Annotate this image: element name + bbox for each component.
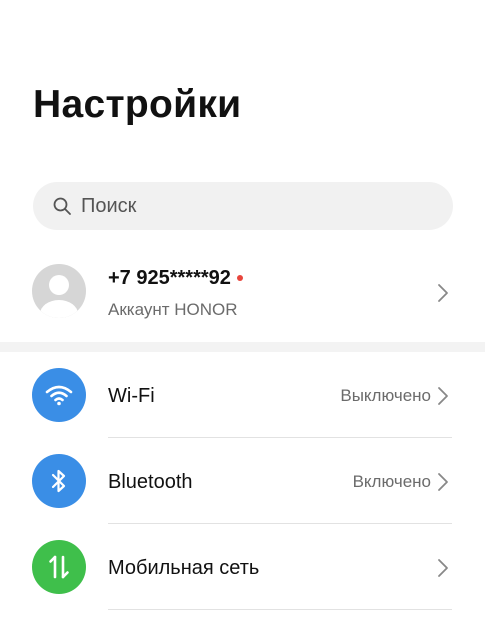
chevron-right-icon bbox=[438, 387, 448, 405]
settings-item-wifi[interactable]: Wi-Fi Выключено bbox=[0, 352, 485, 438]
notification-dot bbox=[236, 275, 243, 281]
account-row[interactable]: +7 925*****92 Аккаунт HONOR bbox=[0, 258, 485, 338]
account-phone-line: +7 925*****92 bbox=[108, 266, 243, 290]
settings-item-value: Включено bbox=[352, 472, 431, 491]
page-title: Настройки bbox=[33, 83, 242, 126]
settings-item-label: Мобильная сеть bbox=[108, 557, 260, 579]
settings-item-label: Bluetooth bbox=[108, 471, 193, 493]
settings-screen: Настройки +7 925*****92 Аккаунт HONOR bbox=[0, 0, 485, 623]
bluetooth-icon bbox=[32, 454, 86, 508]
chevron-right-icon bbox=[438, 473, 448, 491]
search-input[interactable] bbox=[81, 194, 421, 218]
account-info: +7 925*****92 Аккаунт HONOR bbox=[108, 266, 243, 320]
account-phone: +7 925*****92 bbox=[108, 267, 231, 289]
settings-item-mobile-network[interactable]: Мобильная сеть bbox=[0, 524, 485, 610]
settings-item-value: Выключено bbox=[340, 386, 431, 405]
wifi-icon bbox=[32, 368, 86, 422]
search-bar[interactable] bbox=[33, 182, 453, 230]
search-icon bbox=[51, 195, 73, 217]
chevron-right-icon bbox=[438, 559, 448, 577]
settings-item-label: Wi-Fi bbox=[108, 385, 155, 407]
avatar bbox=[32, 264, 86, 318]
mobile-network-icon bbox=[32, 540, 86, 594]
settings-item-bluetooth[interactable]: Bluetooth Включено bbox=[0, 438, 485, 524]
account-subtitle: Аккаунт HONOR bbox=[108, 300, 238, 319]
row-divider bbox=[108, 609, 452, 610]
chevron-right-icon bbox=[438, 284, 448, 302]
section-divider bbox=[0, 342, 485, 352]
